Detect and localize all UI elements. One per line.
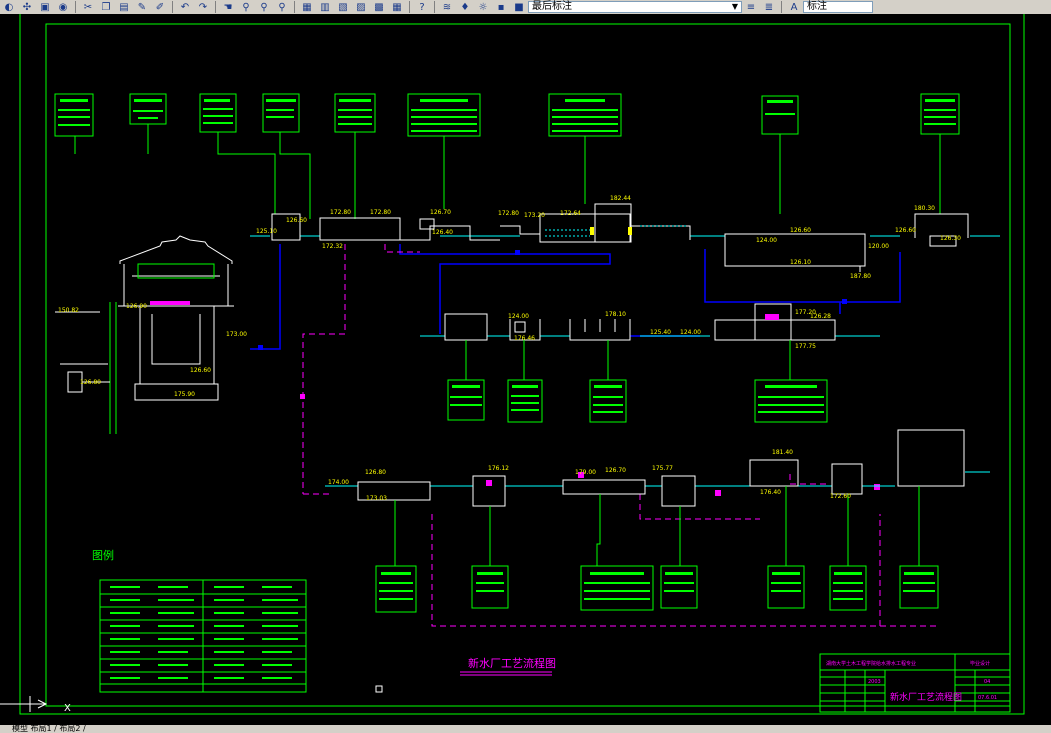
sun-icon[interactable]: ☼ (474, 1, 492, 14)
layer-states-icon[interactable]: ≣ (760, 1, 778, 14)
elevation-label: 173.00 (226, 331, 247, 338)
elevation-label: 124.00 (508, 313, 529, 320)
lock-icon[interactable]: ▪ (492, 1, 510, 14)
sheet-icon[interactable]: ▨ (352, 1, 370, 14)
title-school: 湖南大学土木工程学院给水排水工程专业 (826, 660, 916, 667)
layers-icon[interactable]: ≋ (438, 1, 456, 14)
elevation-label: 120.00 (868, 243, 889, 250)
dim-style-value: 标注 (807, 1, 827, 12)
elevation-label: 124.00 (680, 329, 701, 336)
main-title: 新水厂工艺流程图 (468, 656, 556, 670)
elevation-label: 172.64 (560, 210, 581, 217)
elevation-label: 182.44 (610, 195, 631, 202)
redo-icon[interactable]: ↷ (194, 1, 212, 14)
title-year: 2003 (868, 679, 881, 685)
save-icon[interactable]: ◉ (54, 1, 72, 14)
layout-tabs[interactable]: 模型 布局1 / 布局2 / (0, 725, 1051, 733)
elevation-label: 126.60 (190, 367, 211, 374)
cad-drawing-area[interactable]: 126.60 125.10 172.80 172.80 172.32 126.7… (0, 14, 1051, 725)
paste-icon[interactable]: ▤ (115, 1, 133, 14)
pan-icon[interactable]: ✣ (18, 1, 36, 14)
hand-icon[interactable]: ☚ (219, 1, 237, 14)
elevation-label: 126.80 (365, 469, 386, 476)
elevation-label: 126.10 (790, 259, 811, 266)
elevation-label: 173.20 (524, 212, 545, 219)
cut-icon[interactable]: ✂ (79, 1, 97, 14)
design-center-icon[interactable]: ▥ (316, 1, 334, 14)
elevation-label: 177.75 (795, 343, 816, 350)
zoom-realtime-icon[interactable]: ◐ (0, 1, 18, 14)
elevation-label: 150.82 (58, 307, 79, 314)
markup-icon[interactable]: ▩ (370, 1, 388, 14)
elevation-label: 176.46 (514, 335, 535, 342)
chevron-down-icon: ▼ (731, 2, 738, 11)
elevation-label: 187.80 (850, 273, 871, 280)
elevation-label: 126.60 (286, 217, 307, 224)
elevation-label: 126.70 (430, 209, 451, 216)
elevation-label: 176.12 (488, 465, 509, 472)
calc-icon[interactable]: ▦ (388, 1, 406, 14)
pump-highlight (150, 301, 190, 305)
color-icon[interactable]: ■ (510, 1, 528, 14)
elevation-label: 174.00 (328, 479, 349, 486)
elevation-label: 126.40 (432, 229, 453, 236)
title-drawing-name: 新水厂工艺流程图 (890, 691, 962, 703)
zoom-prev-icon[interactable]: ⚲ (273, 1, 291, 14)
elevation-label: 175.90 (174, 391, 195, 398)
match-icon[interactable]: ✐ (151, 1, 169, 14)
elevation-label: 126.60 (790, 227, 811, 234)
undo-icon[interactable]: ↶ (176, 1, 194, 14)
elevation-label: 180.30 (914, 205, 935, 212)
elevation-label: 126.60 (895, 227, 916, 234)
bulb-icon[interactable]: ♦ (456, 1, 474, 14)
elevation-label: 126.90 (126, 303, 147, 310)
copy-icon[interactable]: ❐ (97, 1, 115, 14)
zoom-window-icon[interactable]: ⚲ (255, 1, 273, 14)
brush-icon[interactable]: ✎ (133, 1, 151, 14)
elevation-label: 181.40 (772, 449, 793, 456)
elevation-label: 179.00 (575, 469, 596, 476)
elevation-label: 172.80 (370, 209, 391, 216)
elevation-label: 125.40 (650, 329, 671, 336)
layer-select[interactable]: 最后标注 ▼ (528, 1, 742, 13)
elevation-label: 125.10 (256, 228, 277, 235)
elevation-label: 175.77 (652, 465, 673, 472)
elevation-label: 126.80 (80, 379, 101, 386)
zoom-icon[interactable]: ⚲ (237, 1, 255, 14)
toolbar: ◐ ✣ ▣ ◉ ✂ ❐ ▤ ✎ ✐ ↶ ↷ ☚ ⚲ ⚲ ⚲ ▦ ▥ ▧ ▨ ▩ … (0, 0, 1051, 15)
elevation-label: 126.28 (810, 313, 831, 320)
elevation-label: 178.10 (605, 311, 626, 318)
elevation-label: 173.03 (366, 495, 387, 502)
elevation-label: 172.80 (330, 209, 351, 216)
tool-palette-icon[interactable]: ▧ (334, 1, 352, 14)
elevation-label: 176.40 (760, 489, 781, 496)
properties-icon[interactable]: ▦ (298, 1, 316, 14)
title-date: 07.6.01 (978, 695, 997, 701)
elevation-label: 172.60 (830, 493, 851, 500)
dim-style-icon[interactable]: A (785, 1, 803, 14)
open-icon[interactable]: ▣ (36, 1, 54, 14)
elevation-label: 126.30 (940, 235, 961, 242)
mid-highlight (765, 314, 779, 320)
dim-style-select[interactable]: 标注 (803, 1, 873, 13)
title-sheet-no: 04 (984, 679, 990, 685)
title-design: 毕业设计 (970, 660, 990, 667)
layer-select-value: 最后标注 (532, 1, 572, 12)
legend-title: 图例 (92, 548, 114, 562)
help-icon[interactable]: ? (413, 1, 431, 14)
elevation-label: 126.70 (605, 467, 626, 474)
elevation-label: 124.00 (756, 237, 777, 244)
elevation-label: 172.32 (322, 243, 343, 250)
elevation-label: 172.80 (498, 210, 519, 217)
layer-prev-icon[interactable]: ≡ (742, 1, 760, 14)
ucs-x-label: X (64, 703, 71, 714)
